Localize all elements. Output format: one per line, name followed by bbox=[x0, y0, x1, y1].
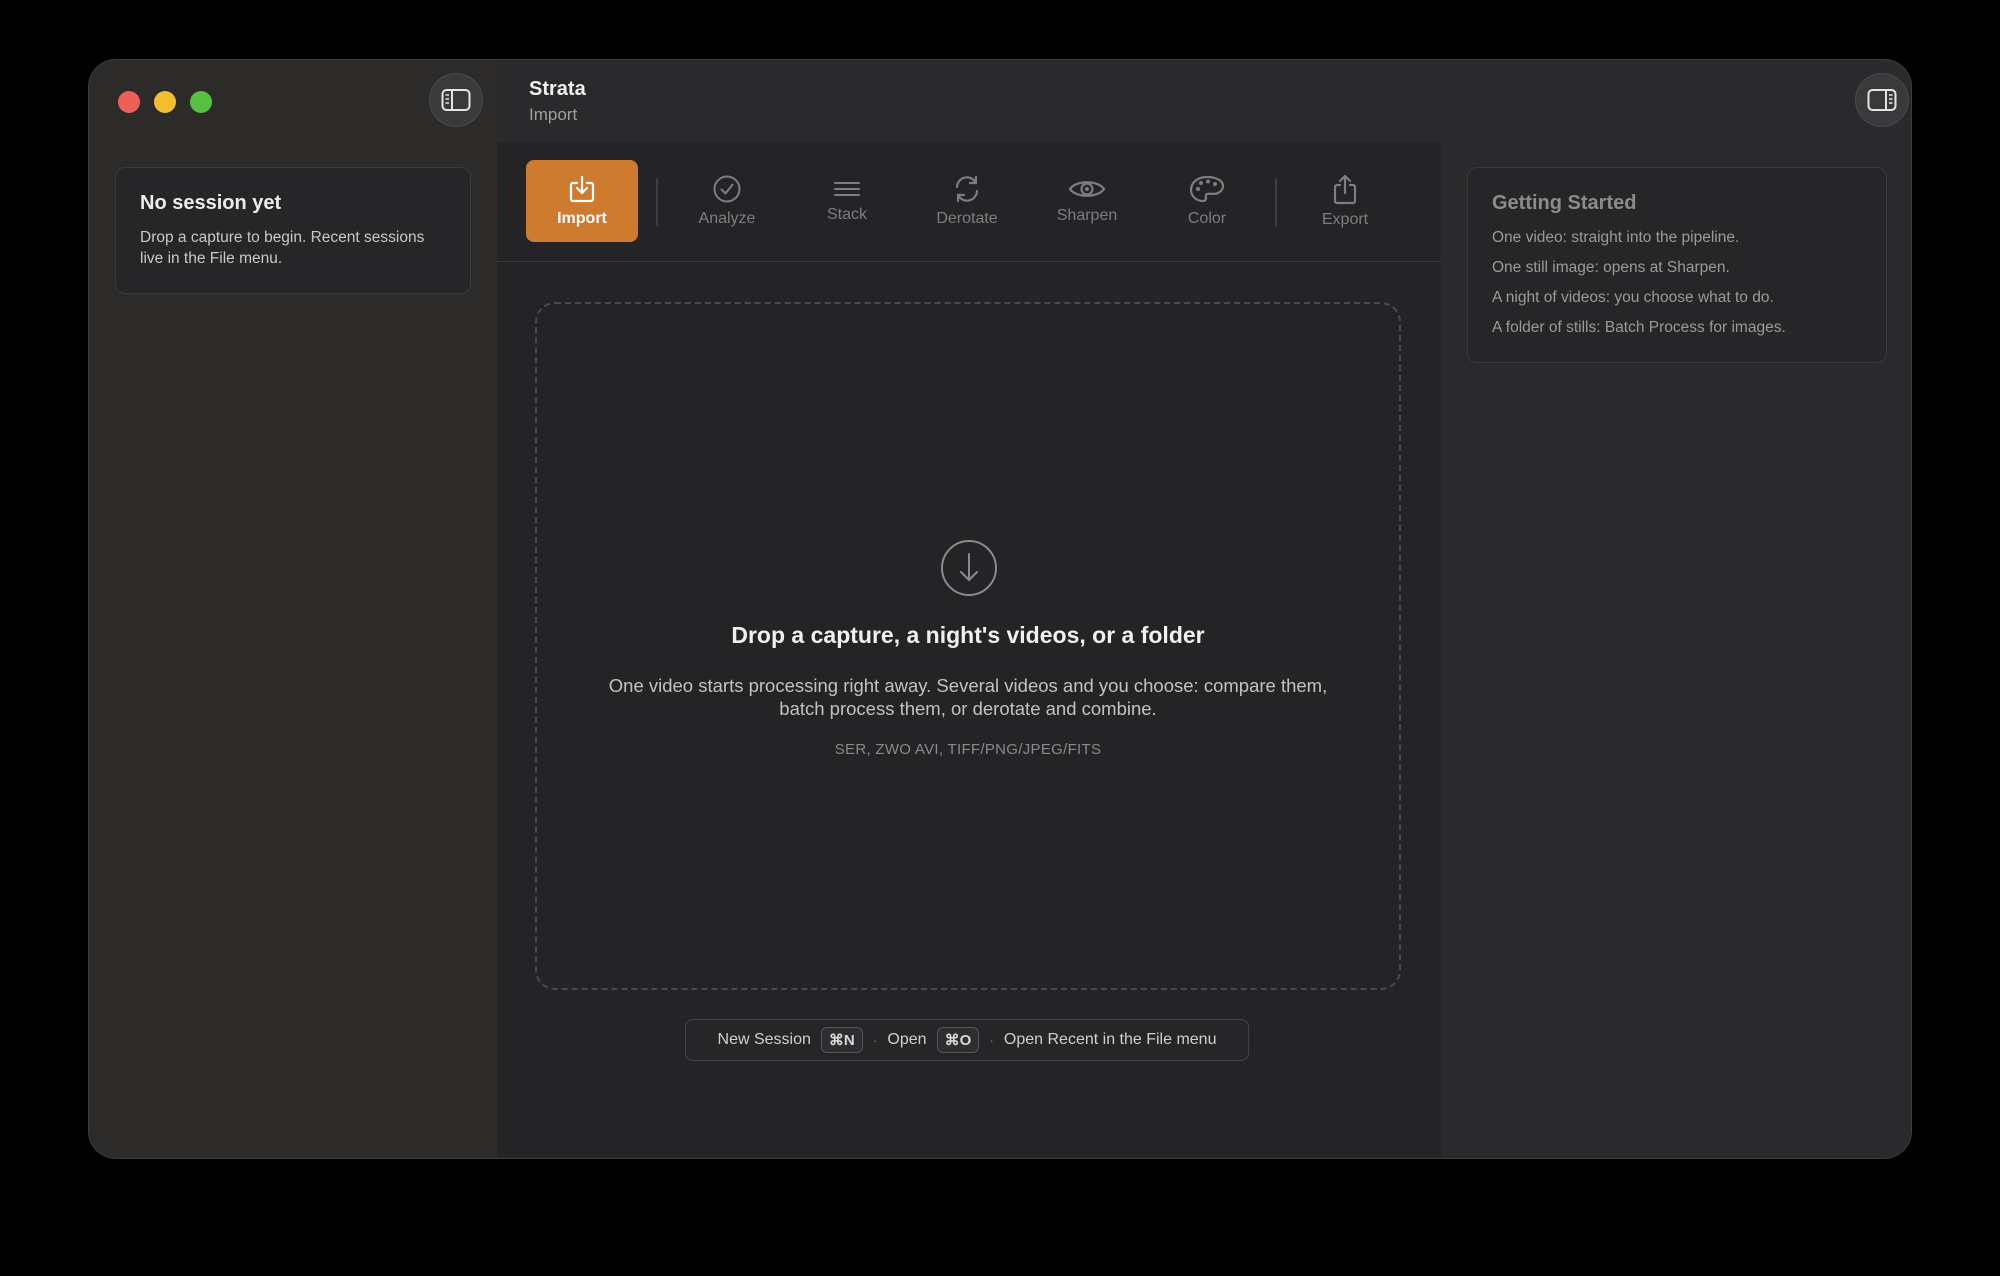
open-recent-hint: Open Recent in the File menu bbox=[1003, 1031, 1217, 1048]
download-circle-icon bbox=[941, 540, 997, 596]
close-window-button[interactable] bbox=[118, 91, 140, 113]
drop-zone-description: One video starts processing right away. … bbox=[608, 675, 1328, 719]
main-content: Import Analyze Stack Derotate Sharpen Co… bbox=[497, 60, 1441, 1158]
app-title: Strata bbox=[529, 78, 586, 100]
tab-sharpen-label: Sharpen bbox=[1056, 207, 1118, 224]
getting-started-heading: Getting Started bbox=[1492, 192, 1637, 214]
tab-stack[interactable]: Stack bbox=[797, 160, 897, 242]
tab-stack-label: Stack bbox=[826, 206, 867, 223]
supported-formats: SER, ZWO AVI, TIFF/PNG/JPEG/FITS bbox=[834, 741, 1102, 758]
sidebar-left-icon bbox=[441, 89, 471, 111]
session-card: No session yet Drop a capture to begin. … bbox=[115, 167, 471, 294]
open-label[interactable]: Open bbox=[887, 1031, 926, 1049]
toggle-right-sidebar-button[interactable] bbox=[1855, 73, 1909, 127]
tab-color[interactable]: Color bbox=[1157, 160, 1257, 242]
separator-dot: · bbox=[872, 1032, 878, 1048]
tab-sharpen[interactable]: Sharpen bbox=[1037, 160, 1137, 242]
separator-dot: · bbox=[989, 1032, 994, 1048]
toolbar-divider bbox=[656, 178, 658, 226]
toggle-left-sidebar-button[interactable] bbox=[429, 73, 483, 127]
tab-import[interactable]: Import bbox=[526, 160, 638, 242]
eye-icon bbox=[1068, 181, 1106, 197]
stack-lines-icon bbox=[834, 182, 860, 196]
center-header bbox=[497, 60, 1441, 142]
new-session-label[interactable]: New Session bbox=[718, 1031, 811, 1049]
title-block: Strata Import bbox=[529, 78, 586, 125]
drop-zone-title: Drop a capture, a night's videos, or a f… bbox=[731, 622, 1205, 648]
sidebar-right-icon bbox=[1867, 89, 1897, 111]
toolbar-divider bbox=[1275, 178, 1277, 226]
share-icon bbox=[1333, 174, 1357, 205]
minimize-window-button[interactable] bbox=[154, 91, 176, 113]
getting-started-item: A night of videos: you choose what to do… bbox=[1492, 289, 1774, 306]
open-shortcut: ⌘O bbox=[936, 1027, 980, 1053]
shortcut-hints: New Session ⌘N · Open ⌘O · Open Recent i… bbox=[685, 1019, 1249, 1061]
getting-started-item: One still image: opens at Sharpen. bbox=[1492, 259, 1730, 276]
rotate-arrows-icon bbox=[955, 175, 979, 203]
drop-zone[interactable]: Drop a capture, a night's videos, or a f… bbox=[535, 302, 1401, 990]
tab-derotate[interactable]: Derotate bbox=[917, 160, 1017, 242]
palette-icon bbox=[1189, 175, 1225, 203]
new-session-shortcut: ⌘N bbox=[820, 1027, 863, 1053]
tab-derotate-label: Derotate bbox=[936, 210, 998, 227]
tab-color-label: Color bbox=[1187, 210, 1227, 227]
tab-export[interactable]: Export bbox=[1295, 160, 1395, 242]
session-heading: No session yet bbox=[140, 192, 282, 214]
checkmark-circle-icon bbox=[713, 175, 741, 203]
zoom-window-button[interactable] bbox=[190, 91, 212, 113]
app-window: No session yet Drop a capture to begin. … bbox=[88, 59, 1912, 1159]
app-subtitle: Import bbox=[529, 105, 578, 124]
getting-started-item: One video: straight into the pipeline. bbox=[1492, 229, 1740, 246]
tab-analyze-label: Analyze bbox=[698, 210, 756, 227]
pipeline-toolbar: Import Analyze Stack Derotate Sharpen Co… bbox=[497, 142, 1441, 262]
import-icon bbox=[569, 175, 595, 203]
tab-import-label: Import bbox=[557, 210, 607, 227]
tab-analyze[interactable]: Analyze bbox=[677, 160, 777, 242]
getting-started-item: A folder of stills: Batch Process for im… bbox=[1492, 319, 1786, 336]
session-description: Drop a capture to begin. Recent sessions… bbox=[140, 229, 425, 267]
tab-export-label: Export bbox=[1321, 211, 1369, 228]
getting-started-card: Getting Started One video: straight into… bbox=[1467, 167, 1887, 363]
left-sidebar: No session yet Drop a capture to begin. … bbox=[89, 60, 497, 1158]
